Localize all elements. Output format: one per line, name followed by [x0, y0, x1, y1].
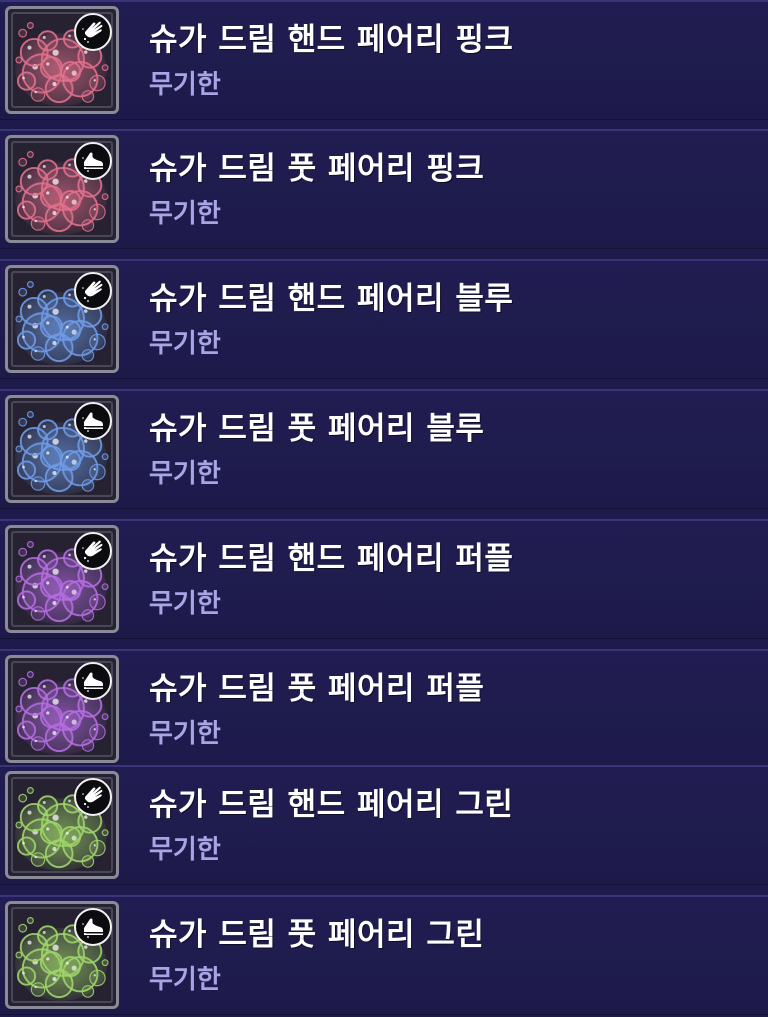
item-duration: 무기한 [149, 719, 221, 749]
item-thumbnail [5, 265, 119, 373]
item-name: 슈가 드림 핸드 페어리 그린 [149, 787, 514, 823]
item-name: 슈가 드림 풋 페어리 블루 [149, 411, 485, 447]
hand-icon [74, 272, 112, 310]
item-duration: 무기한 [149, 459, 221, 489]
item-name: 슈가 드림 풋 페어리 그린 [149, 917, 485, 953]
item-thumbnail [5, 135, 119, 243]
item-duration: 무기한 [149, 965, 221, 995]
item-row[interactable]: 슈가 드림 핸드 페어리 블루무기한 [0, 259, 768, 379]
item-name: 슈가 드림 풋 페어리 퍼플 [149, 671, 485, 707]
item-duration: 무기한 [149, 589, 221, 619]
item-thumbnail [5, 395, 119, 503]
item-name: 슈가 드림 핸드 페어리 블루 [149, 281, 514, 317]
item-thumbnail [5, 525, 119, 633]
item-thumbnail [5, 771, 119, 879]
hand-icon [74, 778, 112, 816]
item-thumbnail [5, 901, 119, 1009]
item-name: 슈가 드림 핸드 페어리 핑크 [149, 22, 514, 58]
item-duration: 무기한 [149, 70, 221, 100]
item-duration: 무기한 [149, 835, 221, 865]
hand-icon [74, 13, 112, 51]
item-thumbnail [5, 655, 119, 763]
item-row[interactable]: 슈가 드림 핸드 페어리 핑크무기한 [0, 0, 768, 120]
item-name: 슈가 드림 핸드 페어리 퍼플 [149, 541, 514, 577]
hand-icon [74, 532, 112, 570]
foot-icon [74, 142, 112, 180]
item-duration: 무기한 [149, 199, 221, 229]
item-row[interactable]: 슈가 드림 핸드 페어리 그린무기한 [0, 765, 768, 885]
item-list: 슈가 드림 핸드 페어리 핑크 무기한 슈가 드림 풋 페어리 핑크 무기한 슈가 드림… [0, 0, 768, 1017]
item-row[interactable]: 슈가 드림 풋 페어리 핑크무기한 [0, 129, 768, 249]
item-name: 슈가 드림 풋 페어리 핑크 [149, 151, 485, 187]
item-row[interactable]: 슈가 드림 풋 페어리 블루무기한 [0, 389, 768, 509]
foot-icon [74, 662, 112, 700]
item-row[interactable]: 슈가 드림 풋 페어리 그린무기한 [0, 895, 768, 1015]
item-thumbnail [5, 6, 119, 114]
item-duration: 무기한 [149, 329, 221, 359]
item-row[interactable]: 슈가 드림 핸드 페어리 퍼플무기한 [0, 519, 768, 639]
foot-icon [74, 908, 112, 946]
foot-icon [74, 402, 112, 440]
item-row[interactable]: 슈가 드림 풋 페어리 퍼플무기한 [0, 649, 768, 769]
